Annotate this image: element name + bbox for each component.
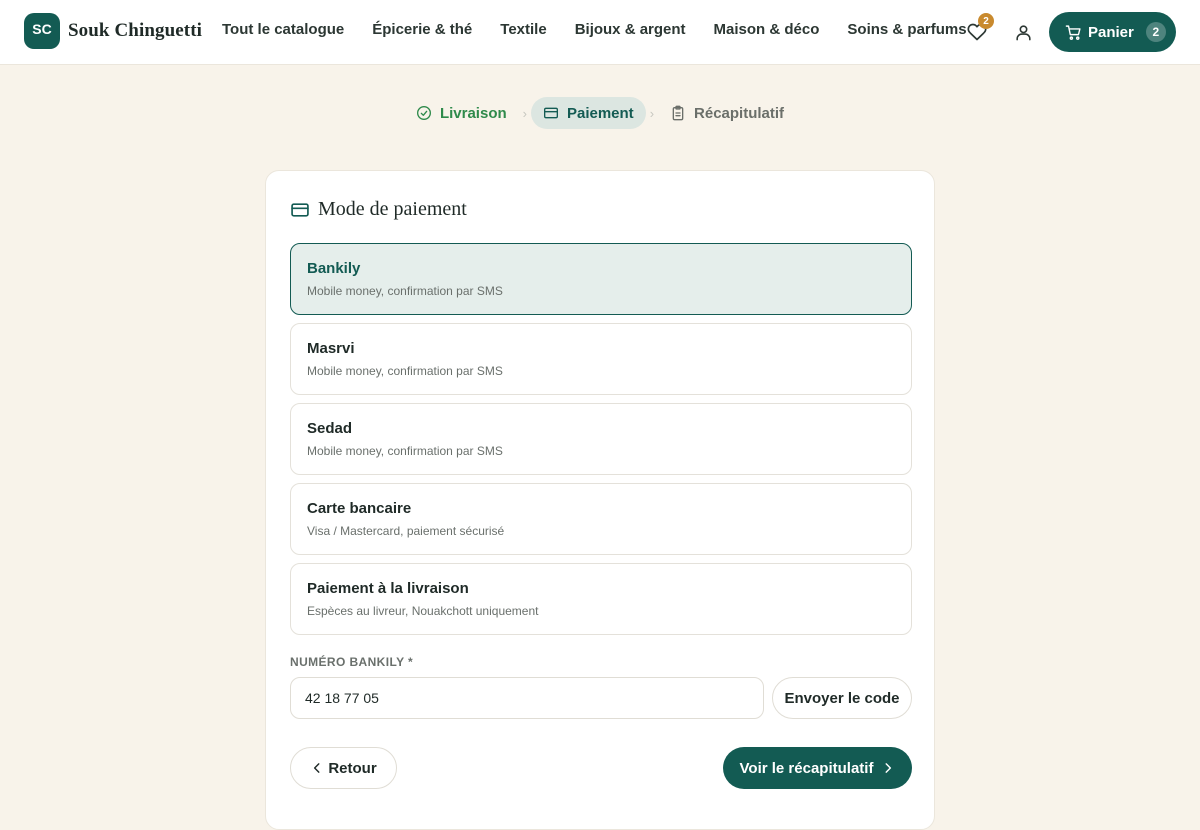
nav-item-catalogue[interactable]: Tout le catalogue bbox=[208, 21, 358, 38]
user-icon bbox=[1015, 24, 1031, 40]
nav-item-textile[interactable]: Textile bbox=[486, 21, 560, 38]
chevron-right-icon: › bbox=[522, 105, 527, 121]
step-paiement[interactable]: Paiement bbox=[530, 97, 646, 129]
payment-option-livraison[interactable]: Paiement à la livraison Espèces au livre… bbox=[290, 563, 912, 635]
chevron-right-icon: › bbox=[649, 105, 655, 121]
favorites-count-badge: 2 bbox=[978, 13, 994, 29]
payment-option-desc: Mobile money, confirmation par SMS bbox=[307, 444, 503, 458]
checkout-steps: Livraison › Paiement › Récapitulatif bbox=[0, 97, 1200, 129]
favorites-button[interactable]: 2 bbox=[963, 13, 994, 46]
step-livraison-label: Livraison bbox=[439, 104, 507, 122]
nav-item-soins[interactable]: Soins & parfums bbox=[833, 21, 980, 38]
step-recapitulatif-label: Récapitulatif bbox=[694, 104, 785, 122]
account-button[interactable] bbox=[1009, 18, 1037, 46]
payment-option-name: Carte bancaire bbox=[307, 500, 412, 517]
back-button[interactable]: Retour bbox=[290, 747, 397, 789]
bankily-phone-input[interactable] bbox=[290, 677, 764, 719]
payment-option-carte[interactable]: Carte bancaire Visa / Mastercard, paieme… bbox=[290, 483, 912, 555]
step-paiement-label: Paiement bbox=[566, 104, 634, 122]
payment-option-name: Bankily bbox=[307, 260, 361, 277]
view-summary-label: Voir le récapitulatif bbox=[739, 759, 874, 777]
site-header: SC Souk Chinguetti Tout le catalogue Épi… bbox=[0, 0, 1200, 65]
nav-item-epicerie[interactable]: Épicerie & thé bbox=[358, 21, 486, 38]
step-livraison[interactable]: Livraison bbox=[404, 97, 519, 129]
credit-card-icon bbox=[291, 202, 309, 217]
payment-title: Mode de paiement bbox=[290, 198, 467, 221]
payment-option-desc: Espèces au livreur, Nouakchott uniquemen… bbox=[307, 604, 539, 618]
cart-icon bbox=[1065, 24, 1081, 40]
check-circle-icon bbox=[416, 106, 431, 120]
payment-option-name: Sedad bbox=[307, 420, 353, 437]
payment-option-desc: Visa / Mastercard, paiement sécurisé bbox=[307, 524, 505, 538]
chevron-left-icon bbox=[314, 763, 320, 773]
chevron-right-icon bbox=[885, 763, 892, 773]
nav-item-bijoux[interactable]: Bijoux & argent bbox=[561, 21, 700, 38]
send-code-button[interactable]: Envoyer le code bbox=[772, 677, 912, 719]
cart-count-badge: 2 bbox=[1145, 22, 1166, 42]
payment-card: Mode de paiement Bankily Mobile money, c… bbox=[265, 170, 935, 830]
payment-option-desc: Mobile money, confirmation par SMS bbox=[307, 284, 503, 298]
payment-option-sedad[interactable]: Sedad Mobile money, confirmation par SMS bbox=[290, 403, 912, 475]
main-nav: Tout le catalogue Épicerie & thé Textile… bbox=[208, 21, 981, 38]
payment-option-bankily[interactable]: Bankily Mobile money, confirmation par S… bbox=[290, 243, 912, 315]
view-summary-button[interactable]: Voir le récapitulatif bbox=[723, 747, 912, 789]
credit-card-icon bbox=[543, 107, 558, 119]
nav-item-maison[interactable]: Maison & déco bbox=[700, 21, 834, 38]
payment-option-name: Paiement à la livraison bbox=[307, 580, 469, 597]
cart-label: Panier bbox=[1088, 23, 1134, 41]
payment-option-desc: Mobile money, confirmation par SMS bbox=[307, 364, 503, 378]
payment-title-text: Mode de paiement bbox=[318, 198, 467, 220]
clipboard-icon bbox=[672, 105, 684, 121]
brand-name: Souk Chinguetti bbox=[68, 20, 203, 41]
phone-field-label: NUMÉRO BANKILY * bbox=[290, 655, 414, 669]
cart-button[interactable]: Panier 2 bbox=[1049, 12, 1176, 52]
brand-initials: SC bbox=[24, 13, 60, 49]
payment-option-masrvi[interactable]: Masrvi Mobile money, confirmation par SM… bbox=[290, 323, 912, 395]
payment-option-name: Masrvi bbox=[307, 340, 355, 357]
back-button-label: Retour bbox=[328, 759, 377, 777]
step-recapitulatif[interactable]: Récapitulatif bbox=[658, 97, 796, 129]
brand-logo[interactable]: SC Souk Chinguetti bbox=[24, 13, 202, 49]
